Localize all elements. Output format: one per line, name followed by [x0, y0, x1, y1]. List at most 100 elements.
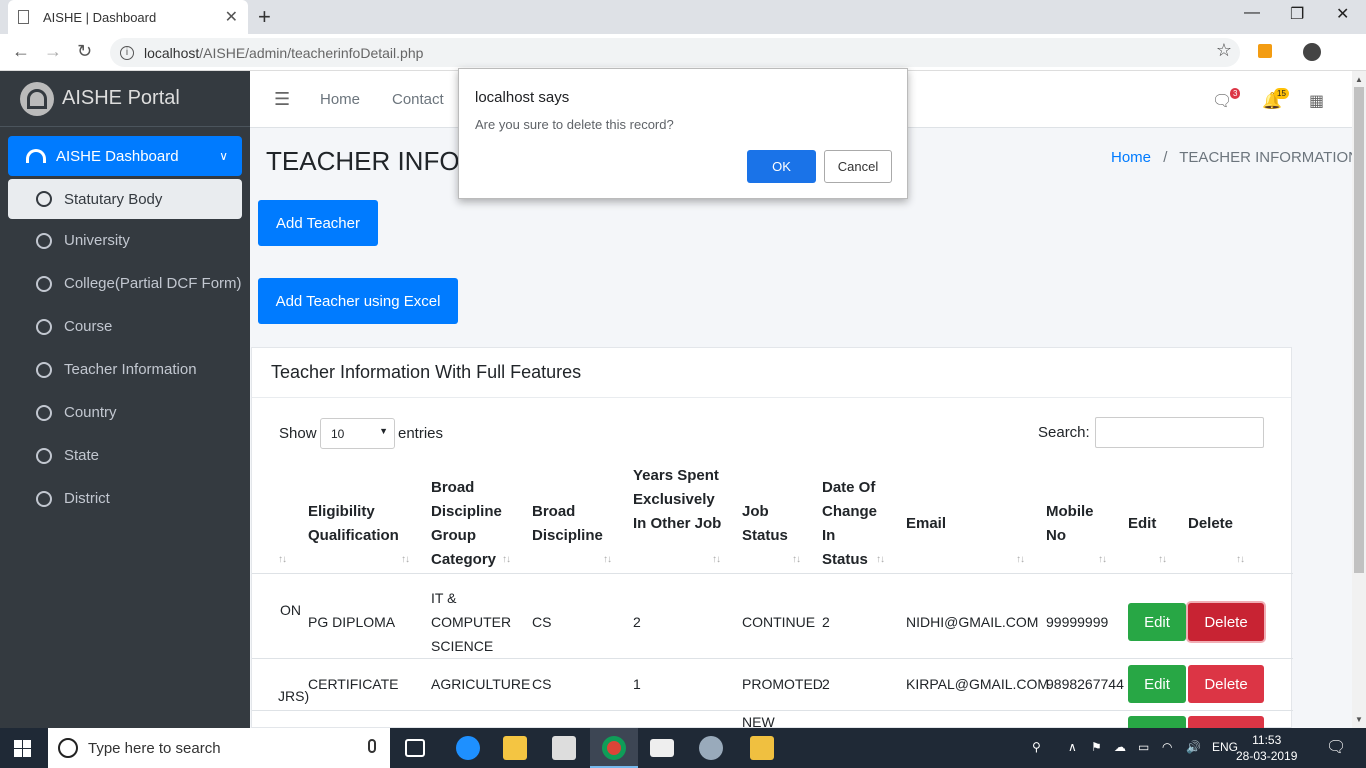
delete-button[interactable]: Delete [1188, 603, 1264, 641]
battery-icon[interactable]: ▭ [1138, 740, 1149, 754]
taskbar-search-input[interactable]: Type here to search [48, 728, 390, 768]
minimize-button[interactable]: — [1244, 4, 1260, 22]
column-header-mobile[interactable]: Mobile No [1046, 500, 1106, 548]
column-header-delete[interactable]: Delete [1188, 512, 1248, 536]
cortana-icon [58, 738, 78, 758]
new-tab-button[interactable]: + [258, 4, 271, 30]
entries-select[interactable]: 10 ▼ [320, 418, 395, 449]
people-icon[interactable]: ⚲ [1032, 740, 1041, 754]
sort-icon[interactable]: ↑↓ [502, 554, 511, 565]
scroll-down-icon[interactable]: ▼ [1355, 715, 1363, 724]
column-header-years-other-job[interactable]: Years Spent Exclusively In Other Job [633, 464, 723, 536]
circle-icon [36, 490, 52, 507]
maximize-button[interactable]: ❐ [1290, 4, 1304, 24]
clock-date: 28-03-2019 [1236, 749, 1298, 763]
paint-icon[interactable] [699, 736, 723, 760]
sidebar-item-dashboard[interactable]: AISHE Dashboard ∨ [8, 136, 242, 176]
delete-button[interactable]: Delete [1188, 665, 1264, 703]
add-teacher-excel-button[interactable]: Add Teacher using Excel [258, 278, 458, 324]
column-header-eligibility[interactable]: Eligibility Qualification [308, 500, 418, 548]
document-icon [18, 10, 29, 24]
column-header-job-status[interactable]: Job Status [742, 500, 792, 548]
sidebar-item-statutary-body[interactable]: Statutary Body [8, 179, 242, 219]
sort-icon[interactable]: ↑↓ [792, 554, 801, 565]
sidebar-item-label: Country [64, 404, 117, 421]
notification-center-icon[interactable]: 🗨 [1326, 737, 1346, 757]
url-path: /AISHE/admin/teacherinfoDetail.php [199, 44, 424, 61]
notifications-badge: 15 [1274, 88, 1289, 99]
circle-icon [36, 232, 52, 249]
reload-button[interactable]: ↻ [77, 41, 92, 62]
nav-contact-link[interactable]: Contact [392, 91, 444, 108]
sidebar-item-university[interactable]: University [8, 219, 242, 262]
windows-start-icon[interactable] [14, 740, 31, 757]
sort-icon[interactable]: ↑↓ [401, 554, 410, 565]
file-explorer-icon[interactable] [503, 736, 527, 760]
page-scrollbar[interactable]: ▲ ▼ [1352, 71, 1366, 728]
scroll-up-icon[interactable]: ▲ [1355, 75, 1363, 84]
edit-button[interactable]: Edit [1128, 603, 1186, 641]
column-header-date-change[interactable]: Date Of Change In Status [822, 476, 882, 572]
task-view-icon[interactable] [405, 739, 425, 757]
sort-icon[interactable]: ↑↓ [1236, 554, 1245, 565]
profile-avatar-icon[interactable] [1303, 43, 1321, 61]
microphone-icon[interactable] [368, 739, 376, 753]
taskbar-clock[interactable]: 11:53 28-03-2019 [1236, 732, 1297, 764]
sort-icon[interactable]: ↑↓ [712, 554, 721, 565]
sidebar-item-teacher-information[interactable]: Teacher Information [8, 348, 242, 391]
sidebar-item-country[interactable]: Country [8, 391, 242, 434]
edit-button[interactable]: Edit [1128, 665, 1186, 703]
apps-grid-icon[interactable]: ▦ [1309, 91, 1324, 111]
dashboard-label: AISHE Dashboard [56, 147, 179, 165]
chrome-icon[interactable] [602, 736, 626, 760]
search-input[interactable] [1095, 417, 1264, 448]
language-indicator[interactable]: ENG [1212, 740, 1238, 754]
store-icon[interactable] [552, 736, 576, 760]
column-header-email[interactable]: Email [906, 512, 966, 536]
hamburger-menu-icon[interactable]: ☰ [274, 89, 290, 110]
sidebar-item-state[interactable]: State [8, 434, 242, 477]
volume-icon[interactable]: 🔊 [1186, 740, 1201, 754]
cell-group-category: IT & COMPUTER SCIENCE [431, 590, 512, 654]
clock-time: 11:53 [1252, 733, 1282, 747]
sort-icon[interactable]: ↑↓ [1098, 554, 1107, 565]
folder-app-icon[interactable] [750, 736, 774, 760]
bookmark-star-icon[interactable]: ☆ [1216, 40, 1232, 61]
wifi-icon[interactable]: ◠ [1162, 740, 1172, 754]
sidebar-item-district[interactable]: District [8, 477, 242, 520]
cancel-button[interactable]: Cancel [824, 150, 892, 183]
tray-chevron-icon[interactable]: ∧ [1068, 740, 1077, 754]
url-field[interactable]: i localhost/AISHE/admin/teacherinfoDetai… [110, 38, 1240, 67]
mail-icon[interactable] [650, 739, 674, 757]
ok-button[interactable]: OK [747, 150, 816, 183]
scrollbar-thumb[interactable] [1354, 87, 1364, 573]
forward-button[interactable]: → [44, 41, 62, 62]
browser-tab[interactable]: AISHE | Dashboard ✕ [8, 0, 248, 34]
column-header-edit[interactable]: Edit [1128, 512, 1168, 536]
close-window-button[interactable]: ✕ [1336, 4, 1349, 24]
flag-icon[interactable]: ⚑ [1091, 740, 1102, 754]
info-icon[interactable]: i [120, 45, 134, 60]
back-button[interactable]: ← [12, 41, 30, 62]
sort-icon[interactable]: ↑↓ [278, 554, 287, 565]
cell-email: NIDHI@GMAIL.COM [906, 614, 1039, 630]
extension-icon[interactable] [1258, 44, 1272, 58]
circle-icon [36, 275, 52, 292]
sort-icon[interactable]: ↑↓ [603, 554, 612, 565]
close-tab-icon[interactable]: ✕ [225, 7, 238, 27]
cloud-icon[interactable]: ☁ [1114, 740, 1126, 754]
edge-icon[interactable] [456, 736, 480, 760]
circle-icon [36, 191, 52, 207]
sort-icon[interactable]: ↑↓ [1016, 554, 1025, 565]
sidebar-item-college[interactable]: College(Partial DCF Form) [8, 262, 242, 305]
brand-link[interactable]: AISHE Portal [0, 71, 250, 127]
sidebar-item-course[interactable]: Course [8, 305, 242, 348]
nav-home-link[interactable]: Home [320, 91, 360, 108]
show-label: Show [279, 425, 317, 442]
sort-icon[interactable]: ↑↓ [1158, 554, 1167, 565]
sort-icon[interactable]: ↑↓ [876, 554, 885, 565]
column-header-broad-discipline[interactable]: Broad Discipline [532, 500, 612, 548]
cell-email: KIRPAL@GMAIL.COM [906, 676, 1050, 692]
breadcrumb-home[interactable]: Home [1111, 149, 1151, 166]
add-teacher-button[interactable]: Add Teacher [258, 200, 378, 246]
